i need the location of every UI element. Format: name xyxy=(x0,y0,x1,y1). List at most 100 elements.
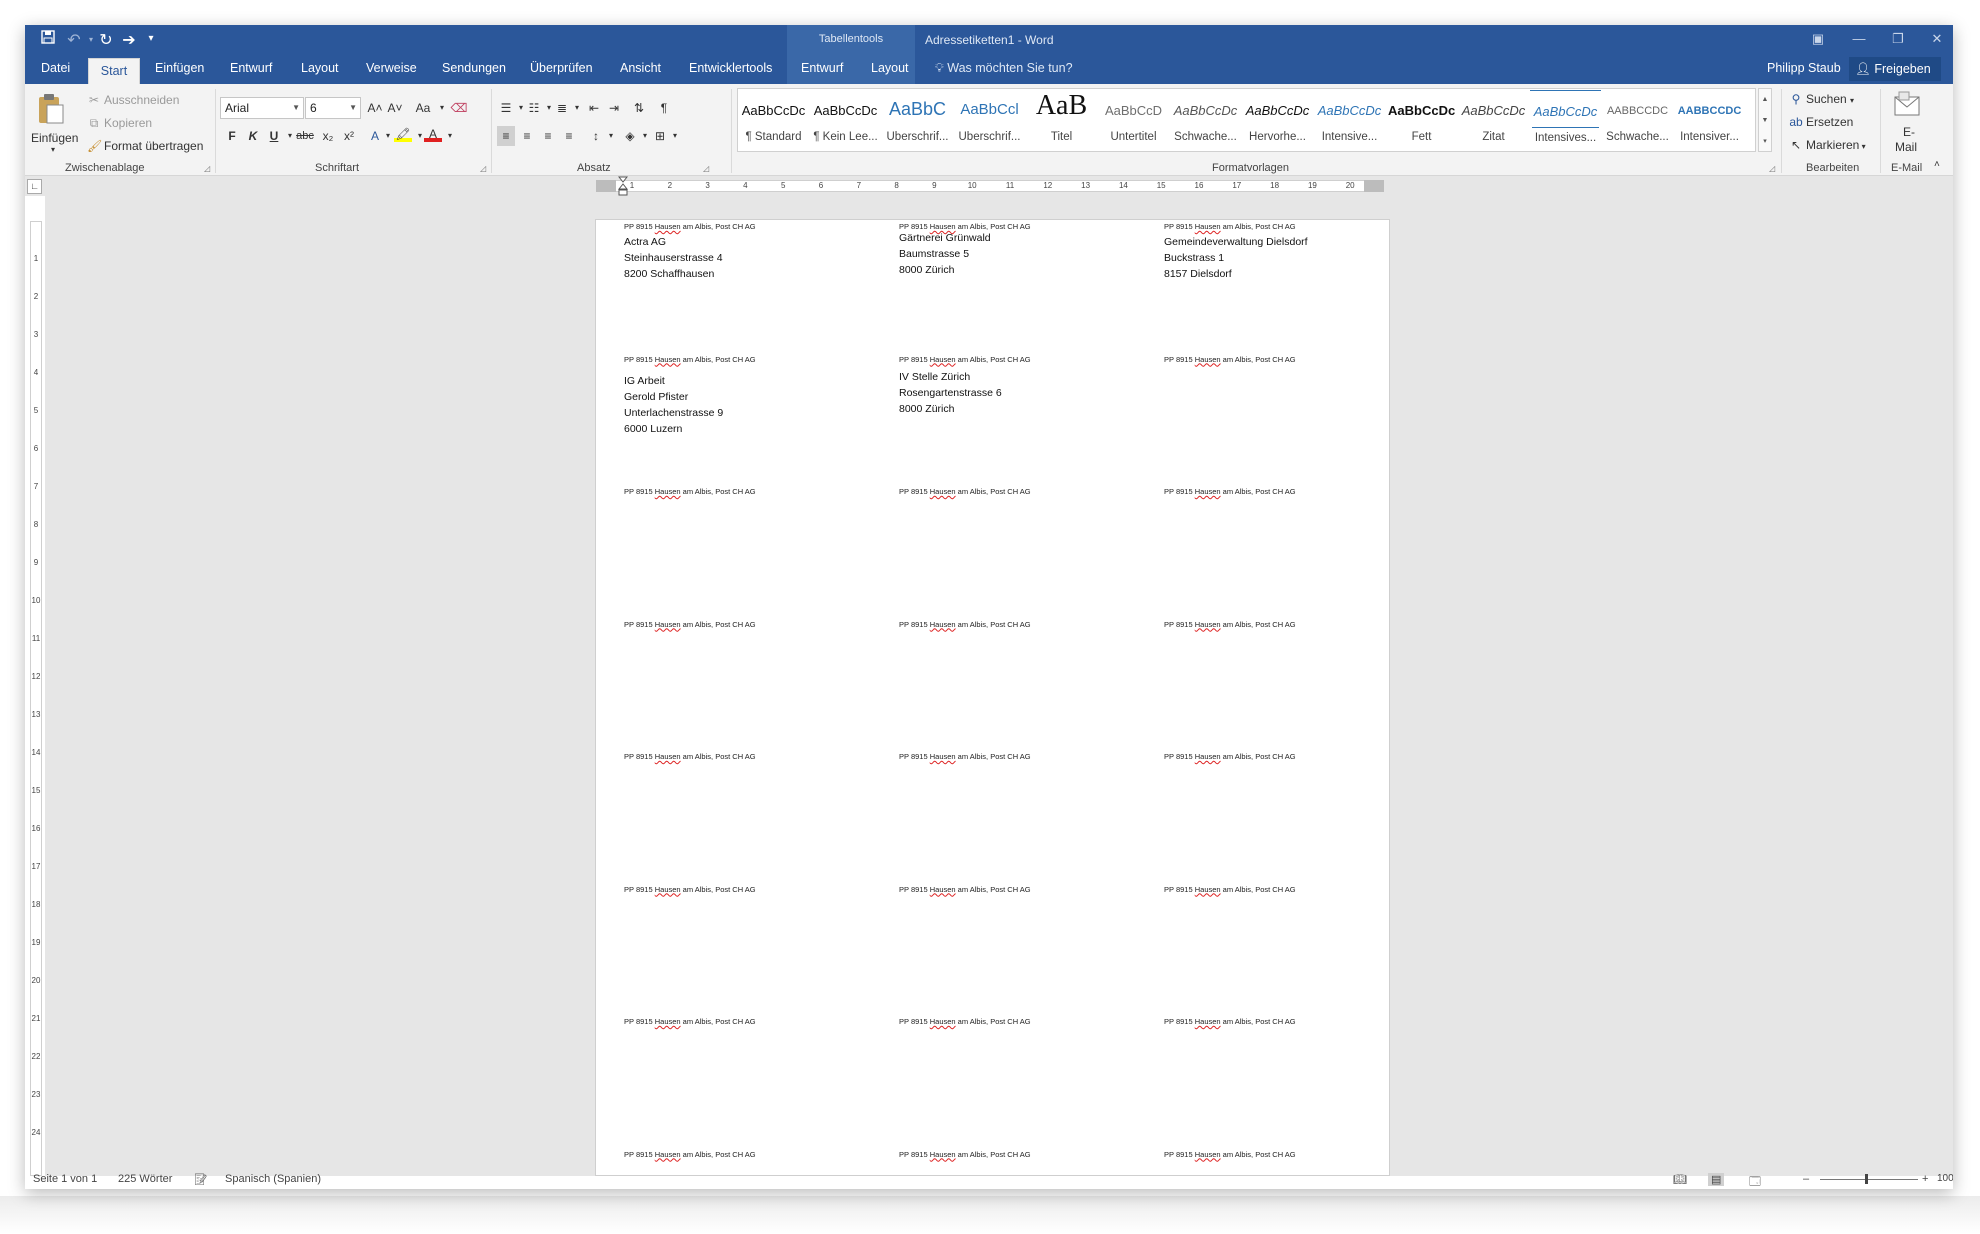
customize-quick-access-icon[interactable]: ▾ xyxy=(140,33,162,53)
tab-sendungen[interactable]: Sendungen xyxy=(442,61,506,75)
address-label[interactable]: PP 8915 Hausen am Albis, Post CH AG xyxy=(1164,355,1404,365)
address-label[interactable]: PP 8915 Hausen am Albis, Post CH AG xyxy=(1164,1017,1404,1027)
share-button[interactable]: 👤︎ Freigeben xyxy=(1849,57,1941,81)
vertical-ruler[interactable] xyxy=(30,221,42,1176)
paste-dropdown-icon[interactable]: ▾ xyxy=(51,145,55,154)
shrink-font-button[interactable]: A˅ xyxy=(386,98,404,118)
account-name[interactable]: Philipp Staub xyxy=(1767,61,1841,75)
italic-button[interactable]: K xyxy=(244,126,262,146)
more-styles-icon[interactable]: ▾ xyxy=(1759,131,1771,152)
address-label[interactable]: PP 8915 Hausen am Albis, Post CH AG xyxy=(624,1017,864,1027)
clear-formatting-icon[interactable]: ⌫ xyxy=(450,98,468,118)
style-strong[interactable]: AaBbCcDc Fett xyxy=(1386,90,1457,150)
address-label[interactable]: PP 8915 Hausen am Albis, Post CH AG Actra… xyxy=(624,222,864,282)
address-label[interactable]: PP 8915 Hausen am Albis, Post CH AG Gärtn… xyxy=(899,222,1139,278)
style-intense-emphasis[interactable]: AaBbCcDc Intensive... xyxy=(1314,90,1385,150)
font-color-icon[interactable]: A xyxy=(424,124,442,142)
format-painter-button[interactable]: 🖌︎ Format übertragen xyxy=(87,139,203,153)
paste-icon[interactable] xyxy=(37,93,65,127)
align-right-icon[interactable]: ≡ xyxy=(539,126,557,146)
address-label[interactable]: PP 8915 Hausen am Albis, Post CH AG xyxy=(899,1017,1139,1027)
tell-me-search[interactable]: 💡︎ Was möchten Sie tun? xyxy=(935,61,1073,76)
zoom-slider[interactable] xyxy=(1820,1179,1918,1180)
email-button-line2[interactable]: Mail xyxy=(1895,140,1917,154)
chevron-down-icon[interactable]: ▾ xyxy=(568,98,586,118)
tab-start[interactable]: Start xyxy=(88,58,140,84)
read-mode-icon[interactable]: 📖︎ xyxy=(1673,1173,1687,1186)
tab-stop-selector[interactable]: ∟ xyxy=(27,179,42,194)
clipboard-dialog-launcher-icon[interactable]: ◿ xyxy=(204,164,210,173)
horizontal-ruler[interactable] xyxy=(596,180,1384,192)
address-label[interactable]: PP 8915 Hausen am Albis, Post CH AG IV St… xyxy=(899,355,1139,417)
tab-ueberpruefen[interactable]: Überprüfen xyxy=(530,61,593,75)
email-button-line1[interactable]: E- xyxy=(1899,125,1919,139)
right-margin-marker[interactable] xyxy=(1364,180,1384,192)
ribbon-display-options-icon[interactable]: ▣ xyxy=(1803,31,1833,47)
address-label[interactable]: PP 8915 Hausen am Albis, Post CH AG xyxy=(1164,1150,1404,1160)
style-standard[interactable]: AaBbCcDc ¶ Standard xyxy=(738,90,809,150)
tab-datei[interactable]: Datei xyxy=(41,61,70,75)
address-label[interactable]: PP 8915 Hausen am Albis, Post CH AG xyxy=(1164,487,1404,497)
address-label[interactable]: PP 8915 Hausen am Albis, Post CH AG Gemei… xyxy=(1164,222,1404,282)
increase-indent-icon[interactable]: ⇥ xyxy=(605,98,623,118)
address-label[interactable]: PP 8915 Hausen am Albis, Post CH AG xyxy=(899,487,1139,497)
style-quote[interactable]: AaBbCcDc Zitat xyxy=(1458,90,1529,150)
address-label[interactable]: PP 8915 Hausen am Albis, Post CH AG xyxy=(1164,885,1404,895)
tab-ansicht[interactable]: Ansicht xyxy=(620,61,661,75)
proofing-status-icon[interactable]: 📝︎ xyxy=(194,1173,208,1186)
style-intense-reference[interactable]: AaBbCcDc Intensiver... xyxy=(1674,90,1745,150)
justify-icon[interactable]: ≡ xyxy=(560,126,578,146)
word-count-status[interactable]: 225 Wörter xyxy=(118,1173,172,1185)
collapse-ribbon-icon[interactable]: ˄ xyxy=(1934,159,1940,170)
style-subtitle[interactable]: AaBbCcD Untertitel xyxy=(1098,90,1169,150)
style-kein-leerraum[interactable]: AaBbCcDc ¶ Kein Lee... xyxy=(810,90,881,150)
address-label[interactable]: PP 8915 Hausen am Albis, Post CH AG xyxy=(1164,620,1404,630)
page-count-status[interactable]: Seite 1 von 1 xyxy=(33,1173,97,1185)
change-case-button[interactable]: Aa xyxy=(412,98,434,118)
tab-table-entwurf[interactable]: Entwurf xyxy=(801,61,843,75)
style-heading-1[interactable]: AaBbC Überschrif... xyxy=(882,90,953,150)
tab-entwicklertools[interactable]: Entwicklertools xyxy=(689,61,772,75)
chevron-down-icon[interactable]: ▾ xyxy=(433,98,451,118)
decrease-indent-icon[interactable]: ⇤ xyxy=(585,98,603,118)
align-center-icon[interactable]: ≡ xyxy=(518,126,536,146)
tab-verweise[interactable]: Verweise xyxy=(366,61,417,75)
align-left-icon[interactable]: ≡ xyxy=(497,126,515,146)
address-label[interactable]: PP 8915 Hausen am Albis, Post CH AG xyxy=(624,1150,864,1160)
cut-button[interactable]: ✂ Ausschneiden xyxy=(87,93,179,107)
minimize-icon[interactable]: — xyxy=(1844,31,1874,46)
sort-icon[interactable]: ⇅ xyxy=(630,98,648,118)
copy-button[interactable]: ⧉ Kopieren xyxy=(87,116,152,131)
language-status[interactable]: Spanisch (Spanien) xyxy=(225,1173,321,1185)
redo-icon[interactable]: ↻ xyxy=(95,30,117,50)
scroll-up-icon[interactable]: ▲ xyxy=(1759,89,1771,110)
left-margin-marker[interactable] xyxy=(596,180,616,192)
address-label[interactable]: PP 8915 Hausen am Albis, Post CH AG xyxy=(624,487,864,497)
address-label[interactable]: PP 8915 Hausen am Albis, Post CH AG xyxy=(624,885,864,895)
web-layout-icon[interactable]: 🗔︎ xyxy=(1749,1173,1761,1189)
tab-einfuegen[interactable]: Einfügen xyxy=(155,61,204,75)
forward-icon[interactable]: ➔ xyxy=(118,30,140,50)
styles-gallery-scroll[interactable]: ▲ ▼ ▾ xyxy=(1758,88,1772,152)
strikethrough-button[interactable]: abc xyxy=(293,126,317,146)
address-label[interactable]: PP 8915 Hausen am Albis, Post CH AG IG Ar… xyxy=(624,355,864,437)
paragraph-dialog-launcher-icon[interactable]: ◿ xyxy=(703,164,709,173)
close-icon[interactable]: ✕ xyxy=(1922,31,1952,47)
zoom-in-button[interactable]: + xyxy=(1922,1173,1928,1185)
style-emphasis[interactable]: AaBbCcDc Hervorhe... xyxy=(1242,90,1313,150)
restore-icon[interactable]: ❐ xyxy=(1883,31,1913,47)
bold-button[interactable]: F xyxy=(223,126,241,146)
chevron-down-icon[interactable]: ▾ xyxy=(602,126,620,146)
font-name-combo[interactable]: Arial ▼ xyxy=(220,97,304,119)
tab-entwurf[interactable]: Entwurf xyxy=(230,61,272,75)
address-label[interactable]: PP 8915 Hausen am Albis, Post CH AG xyxy=(899,1150,1139,1160)
paste-button[interactable]: Einfügen xyxy=(31,131,78,145)
zoom-slider-thumb[interactable] xyxy=(1865,1174,1868,1184)
tab-table-layout[interactable]: Layout xyxy=(871,61,909,75)
subscript-button[interactable]: x₂ xyxy=(319,126,337,146)
address-label[interactable]: PP 8915 Hausen am Albis, Post CH AG xyxy=(899,752,1139,762)
scroll-down-icon[interactable]: ▼ xyxy=(1759,110,1771,131)
zoom-out-button[interactable]: – xyxy=(1803,1173,1809,1185)
save-icon[interactable] xyxy=(37,30,59,50)
highlight-color-icon[interactable]: 🖍︎ xyxy=(394,124,412,142)
